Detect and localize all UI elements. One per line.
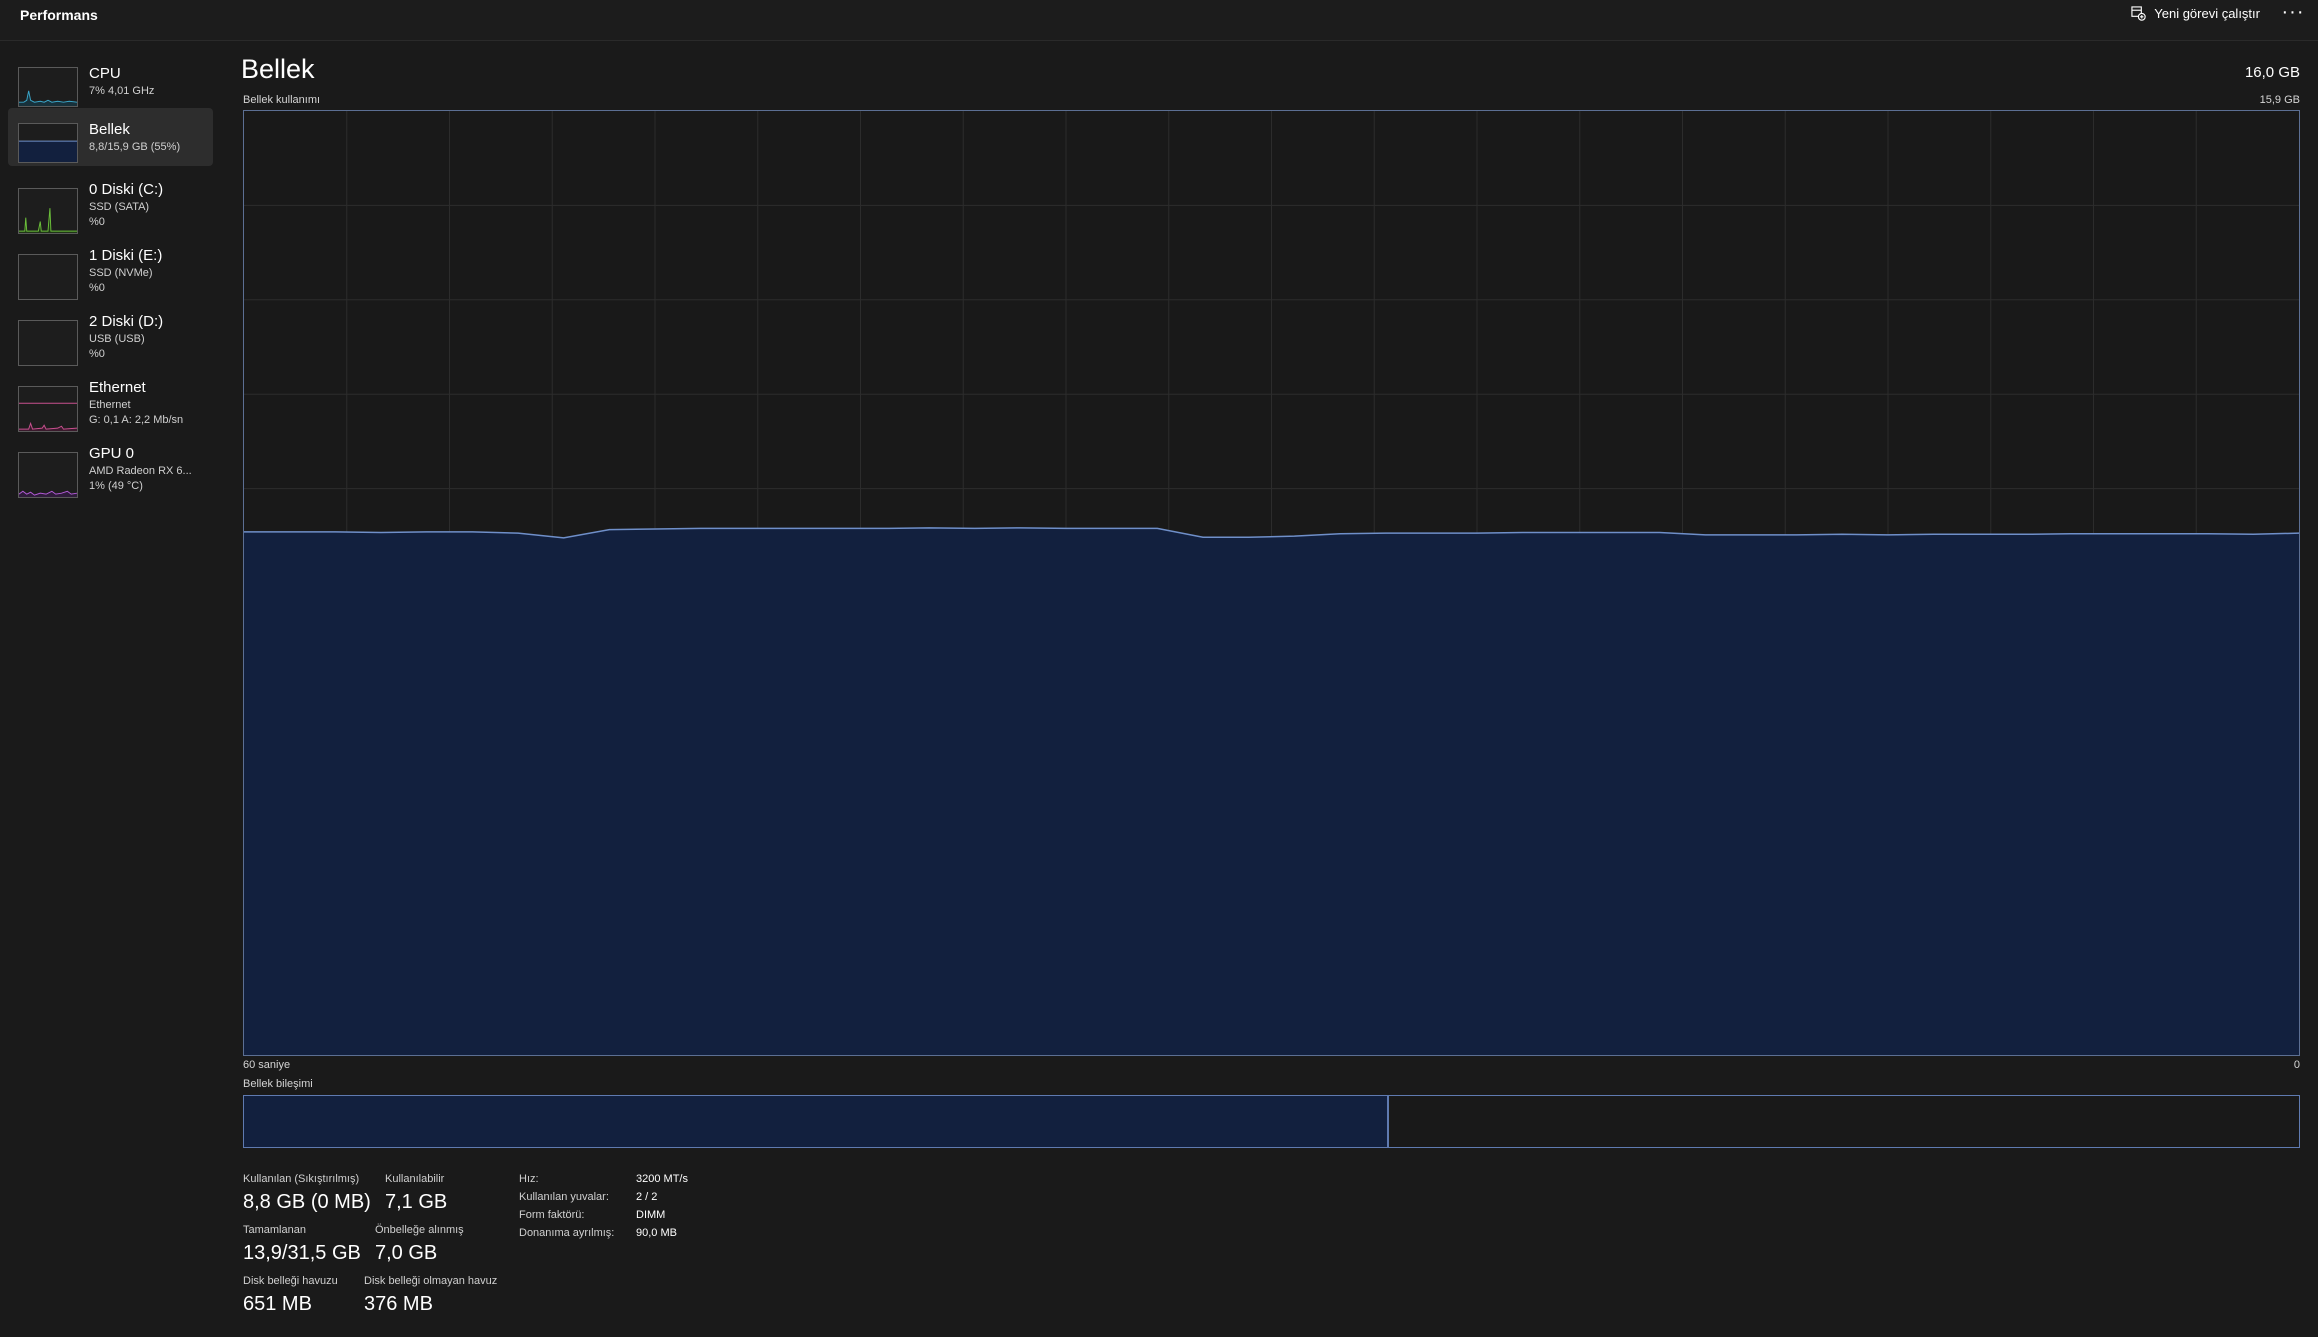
sidebar-item-name: GPU 0 <box>89 445 135 462</box>
in-use-value: 8,8 GB (0 MB) <box>243 1191 371 1213</box>
memory-usage-area <box>244 527 2299 1055</box>
sidebar-item-usage: %0 <box>89 216 105 228</box>
composition-in-use-segment <box>244 1096 1389 1147</box>
total-memory: 16,0 GB <box>2244 64 2300 81</box>
sidebar-item-disk-c[interactable]: 0 Diski (C:) SSD (SATA) %0 <box>8 168 213 234</box>
disk-d-thumbnail-graph <box>18 320 78 366</box>
in-use-label: Kullanılan (Sıkıştırılmış) <box>243 1173 360 1185</box>
gpu-thumbnail-graph <box>18 452 78 498</box>
x-axis-start-label: 60 saniye <box>243 1059 291 1071</box>
x-axis-end-label: 0 <box>2293 1059 2300 1071</box>
sidebar-item-detail: USB (USB) <box>89 333 145 345</box>
sidebar: CPU 7% 4,01 GHz Bellek 8,8/15,9 GB (55%)… <box>0 40 218 1337</box>
composition-label: Bellek bileşimi <box>243 1078 313 1090</box>
run-task-icon <box>2131 6 2146 21</box>
run-task-label: Yeni görevi çalıştır <box>2154 6 2260 21</box>
sidebar-item-detail: SSD (SATA) <box>89 201 150 213</box>
chart-label: Bellek kullanımı <box>243 94 321 106</box>
cached-value: 7,0 GB <box>375 1242 438 1264</box>
sidebar-item-detail: AMD Radeon RX 6... <box>89 465 192 477</box>
sidebar-item-detail: 7% 4,01 GHz <box>89 85 155 97</box>
hardware-reserved-value: 90,0 MB <box>636 1227 677 1239</box>
nonpaged-pool-value: 376 MB <box>364 1293 433 1315</box>
paged-pool-label: Disk belleği havuzu <box>243 1275 338 1287</box>
speed-label: Hız: <box>519 1173 539 1185</box>
committed-label: Tamamlanan <box>243 1224 306 1236</box>
paged-pool-value: 651 MB <box>243 1293 312 1315</box>
sidebar-item-disk-d[interactable]: 2 Diski (D:) USB (USB) %0 <box>8 300 213 366</box>
sidebar-item-name: 1 Diski (E:) <box>89 247 163 264</box>
cached-label: Önbelleğe alınmış <box>375 1224 464 1236</box>
sidebar-item-usage: %0 <box>89 348 105 360</box>
sidebar-item-ethernet[interactable]: Ethernet Ethernet G: 0,1 A: 2,2 Mb/sn <box>8 366 213 432</box>
cpu-thumbnail-graph <box>18 67 78 107</box>
sidebar-item-throughput: G: 0,1 A: 2,2 Mb/sn <box>89 414 184 426</box>
section-title: Bellek <box>241 54 315 84</box>
sidebar-item-name: CPU <box>89 65 121 82</box>
disk-c-thumbnail-graph <box>18 188 78 234</box>
sidebar-item-name: 2 Diski (D:) <box>89 313 164 330</box>
sidebar-item-name: Ethernet <box>89 379 146 396</box>
slots-label: Kullanılan yuvalar: <box>519 1191 609 1203</box>
memory-composition-bar <box>243 1095 2300 1148</box>
available-label: Kullanılabilir <box>385 1173 445 1185</box>
committed-value: 13,9/31,5 GB <box>243 1242 361 1264</box>
memory-thumbnail-graph <box>18 123 78 163</box>
title-bar: Performans Yeni görevi çalıştır ··· <box>0 0 2318 41</box>
sidebar-item-name: Bellek <box>89 121 130 138</box>
ethernet-thumbnail-graph <box>18 386 78 432</box>
sidebar-item-cpu[interactable]: CPU 7% 4,01 GHz <box>8 52 213 110</box>
slots-value: 2 / 2 <box>636 1191 658 1203</box>
hardware-reserved-label: Donanıma ayrılmış: <box>519 1227 615 1239</box>
available-value: 7,1 GB <box>385 1191 448 1213</box>
memory-usage-chart <box>243 110 2300 1056</box>
sidebar-item-memory[interactable]: Bellek 8,8/15,9 GB (55%) <box>8 108 213 166</box>
sidebar-item-usage: 1% (49 °C) <box>89 480 143 492</box>
nonpaged-pool-label: Disk belleği olmayan havuz <box>364 1275 498 1287</box>
sidebar-item-detail: SSD (NVMe) <box>89 267 153 279</box>
speed-value: 3200 MT/s <box>636 1173 688 1185</box>
sidebar-item-detail: Ethernet <box>89 399 131 411</box>
run-new-task-button[interactable]: Yeni görevi çalıştır <box>2131 6 2260 21</box>
more-options-button[interactable]: ··· <box>2278 2 2308 28</box>
sidebar-item-gpu[interactable]: GPU 0 AMD Radeon RX 6... 1% (49 °C) <box>8 432 213 498</box>
sidebar-item-disk-e[interactable]: 1 Diski (E:) SSD (NVMe) %0 <box>8 234 213 300</box>
chart-max-value: 15,9 GB <box>2259 94 2300 106</box>
page-title: Performans <box>20 7 98 23</box>
disk-e-thumbnail-graph <box>18 254 78 300</box>
form-factor-label: Form faktörü: <box>519 1209 585 1221</box>
form-factor-value: DIMM <box>636 1209 666 1221</box>
sidebar-item-detail: 8,8/15,9 GB (55%) <box>89 141 181 153</box>
sidebar-item-usage: %0 <box>89 282 105 294</box>
sidebar-item-name: 0 Diski (C:) <box>89 181 164 198</box>
